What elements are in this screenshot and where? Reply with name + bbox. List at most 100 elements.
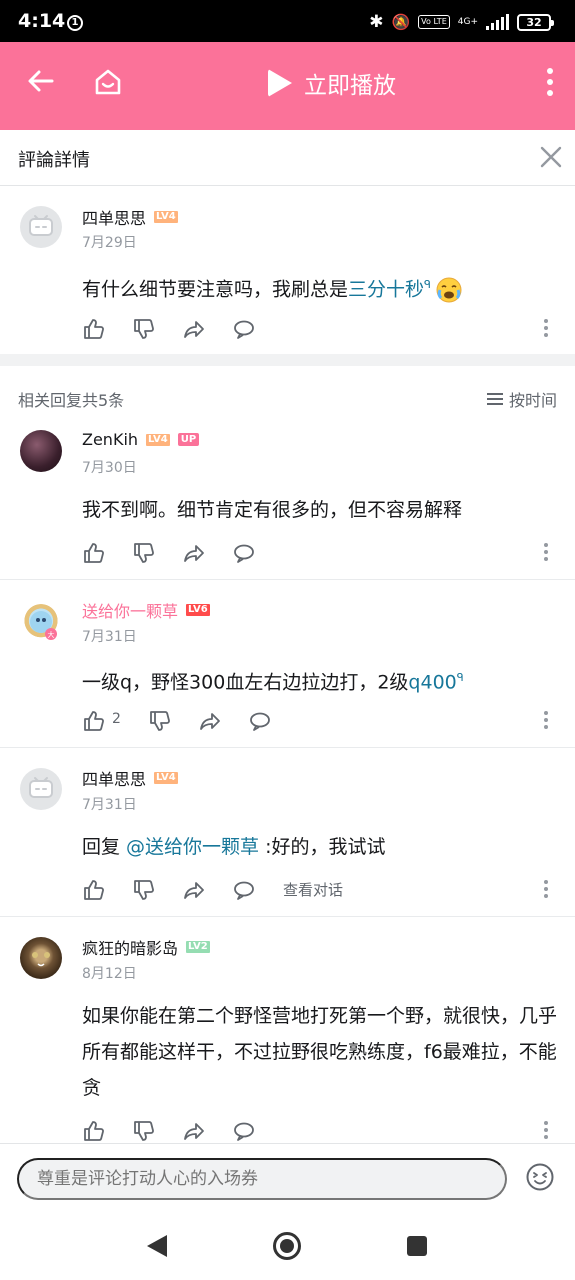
reply-icon[interactable] — [248, 709, 272, 733]
default-avatar-icon — [29, 215, 53, 236]
play-now-label: 立即播放 — [304, 73, 396, 99]
comment-text: 一级q，野怪300血左右边拉边打，2级q400ᑫ — [82, 660, 562, 700]
avatar[interactable] — [20, 937, 62, 979]
system-icons: ✱ 🔕 Vo LTE 4G+ 32 — [369, 12, 554, 32]
volte-icon: Vo LTE — [418, 15, 450, 29]
comment-input-bar — [0, 1143, 575, 1215]
reply-icon[interactable] — [232, 541, 256, 565]
level-badge: LV4 — [154, 211, 178, 223]
comment-text: 回复 @送给你一颗草 :好的，我试试 — [82, 829, 562, 865]
comment-input[interactable] — [17, 1158, 507, 1200]
app-header: 立即播放 — [0, 42, 575, 130]
comment-more-icon[interactable] — [544, 319, 548, 337]
bluetooth-icon: ✱ — [369, 12, 384, 32]
comment-date: 7月31日 — [82, 797, 137, 813]
play-icon — [268, 69, 292, 97]
like-icon[interactable] — [82, 1119, 106, 1143]
comment-more-icon[interactable] — [544, 880, 548, 898]
reply-icon[interactable] — [232, 317, 256, 341]
dislike-icon[interactable] — [132, 1119, 156, 1143]
username[interactable]: 疯狂的暗影岛 LV2 — [82, 935, 210, 959]
nav-recents-icon[interactable] — [407, 1236, 427, 1256]
svg-text:大: 大 — [48, 630, 55, 639]
comment-text-body: :好的，我试试 — [259, 836, 386, 858]
avatar[interactable] — [20, 206, 62, 248]
share-icon[interactable] — [182, 1119, 206, 1143]
reply-icon[interactable] — [232, 878, 256, 902]
comment-text: 有什么细节要注意吗，我刷总是三分十秒ᑫ — [82, 267, 562, 307]
username[interactable]: ZenKih LV4 UP — [82, 430, 200, 449]
reply-count: 相关回复共5条 — [18, 391, 125, 410]
view-conversation-link[interactable]: 查看对话 — [283, 879, 343, 900]
comment-date: 7月29日 — [82, 235, 137, 251]
comment-actions: 2 — [82, 709, 562, 733]
level-badge: LV6 — [186, 604, 210, 616]
like-icon[interactable] — [82, 878, 106, 902]
nav-home-icon[interactable] — [273, 1232, 301, 1260]
share-icon[interactable] — [198, 709, 222, 733]
page-title: 評論詳情 — [18, 150, 90, 171]
dislike-icon[interactable] — [132, 878, 156, 902]
sort-button[interactable]: 按时间 — [486, 387, 557, 411]
signal-icon — [486, 14, 509, 30]
username-text: ZenKih — [82, 430, 139, 449]
comment-more-icon[interactable] — [544, 711, 548, 729]
share-icon[interactable] — [182, 541, 206, 565]
username[interactable]: 四单思思 LV4 — [82, 766, 178, 790]
home-icon[interactable] — [92, 66, 124, 98]
sort-icon — [486, 393, 503, 405]
reply-item: ZenKih LV4 UP 7月30日 我不到啊。细节肯定有很多的，但不容易解释 — [0, 410, 575, 580]
avatar[interactable] — [20, 768, 62, 810]
emoji-picker-icon[interactable] — [525, 1162, 555, 1192]
mute-bell-icon: 🔕 — [391, 13, 411, 31]
back-arrow-icon[interactable] — [26, 66, 56, 96]
comment-more-icon[interactable] — [544, 1121, 548, 1139]
share-icon[interactable] — [182, 878, 206, 902]
notification-badge-icon: 1 — [67, 15, 83, 31]
username[interactable]: 送给你一颗草 LV6 — [82, 598, 210, 622]
more-options-icon[interactable] — [547, 68, 553, 96]
like-icon[interactable] — [82, 541, 106, 565]
level-badge: LV4 — [146, 433, 170, 446]
comment-actions — [82, 1119, 562, 1143]
reply-item: 大 送给你一颗草 LV6 7月31日 一级q，野怪300血左右边拉边打，2级q4… — [0, 580, 575, 747]
dislike-icon[interactable] — [132, 541, 156, 565]
search-link[interactable]: 三分十秒 — [348, 278, 424, 300]
crying-laugh-emoji-icon — [436, 277, 462, 303]
like-icon[interactable] — [82, 317, 106, 341]
comment-date: 8月12日 — [82, 966, 137, 982]
username-text: 四单思思 — [82, 209, 147, 228]
comment-date: 7月31日 — [82, 629, 137, 645]
up-badge: UP — [177, 433, 200, 446]
nav-back-icon[interactable] — [147, 1235, 167, 1257]
reply-icon[interactable] — [232, 1119, 256, 1143]
avatar[interactable]: 大 — [18, 600, 64, 646]
like-icon[interactable] — [82, 709, 106, 733]
search-link[interactable]: q400 — [408, 671, 456, 693]
main-comment: 四单思思 LV4 7月29日 有什么细节要注意吗，我刷总是三分十秒ᑫ — [0, 186, 575, 354]
cat-avatar-icon — [32, 952, 50, 967]
username-text: 四单思思 — [82, 770, 147, 789]
play-now-button[interactable]: 立即播放 — [268, 66, 396, 100]
status-bar: 4:14 1 ✱ 🔕 Vo LTE 4G+ 32 — [0, 0, 575, 42]
avatar[interactable] — [20, 430, 62, 472]
reply-item: 四单思思 LV4 7月31日 回复 @送给你一颗草 :好的，我试试 查看对话 — [0, 748, 575, 916]
close-icon[interactable] — [539, 145, 563, 169]
reply-item: 疯狂的暗影岛 LV2 8月12日 如果你能在第二个野怪营地打死第一个野，就很快，… — [0, 917, 575, 1143]
comment-date: 7月30日 — [82, 460, 137, 476]
reply-prefix: 回复 — [82, 836, 127, 858]
dislike-icon[interactable] — [148, 709, 172, 733]
dislike-icon[interactable] — [132, 317, 156, 341]
share-icon[interactable] — [182, 317, 206, 341]
username[interactable]: 四单思思 LV4 — [82, 205, 178, 229]
section-divider — [0, 354, 575, 366]
mention-link[interactable]: @送给你一颗草 — [126, 836, 259, 858]
level-badge: LV4 — [154, 772, 178, 784]
comment-actions — [82, 541, 562, 565]
comment-text-body: 一级q，野怪300血左右边拉边打，2级 — [82, 671, 409, 694]
level-badge: LV2 — [186, 941, 210, 953]
comment-more-icon[interactable] — [544, 543, 548, 561]
battery-icon: 32 — [517, 13, 554, 31]
status-time: 4:14 — [18, 10, 66, 32]
username-text: 送给你一颗草 — [82, 602, 179, 621]
